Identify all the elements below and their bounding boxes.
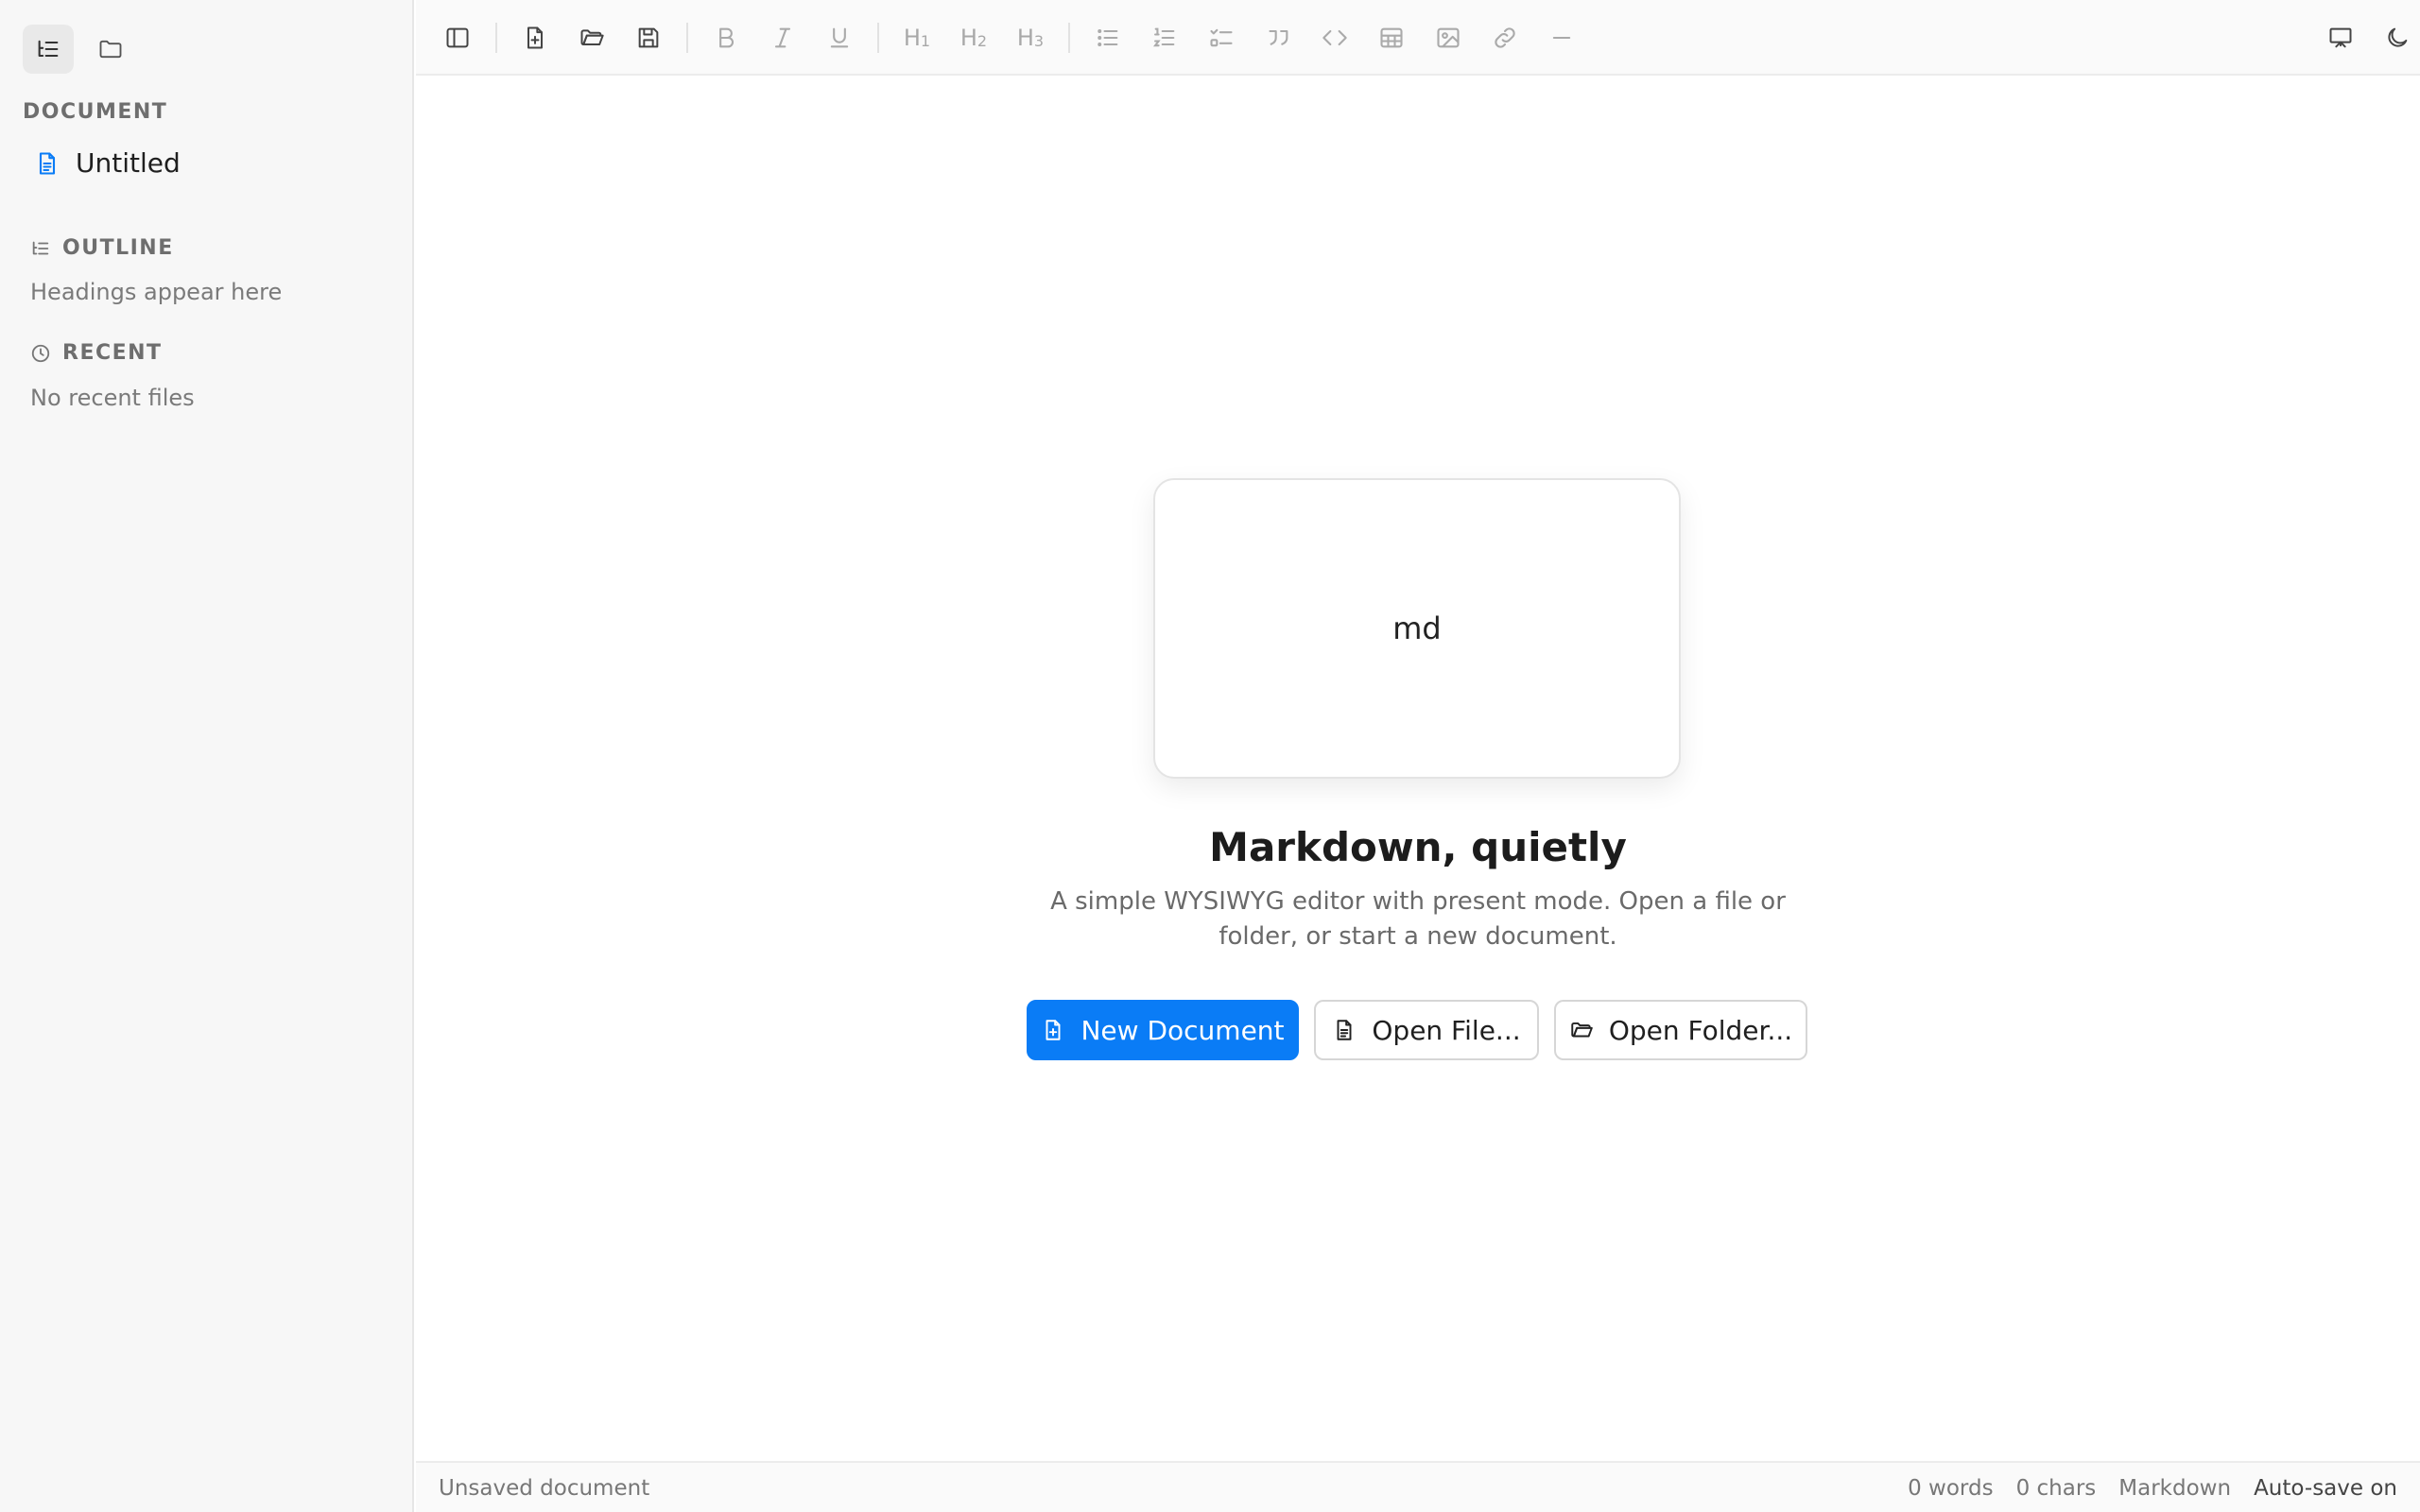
document-item-label: Untitled: [76, 147, 181, 179]
toolbar: H1 H2 H3: [416, 0, 2420, 76]
autosave-status[interactable]: Auto-save on: [2254, 1476, 2397, 1501]
numbered-list-button[interactable]: [1146, 19, 1184, 57]
open-folder-toolbar-button[interactable]: [573, 19, 611, 57]
horizontal-rule-icon: [1552, 36, 1571, 40]
editor-area: md Markdown, quietly A simple WYSIWYG ed…: [416, 76, 2420, 1461]
recent-heading: RECENT: [30, 341, 163, 365]
table-icon: [1380, 27, 1403, 48]
toolbar-divider: [686, 23, 688, 53]
outline-heading-label: OUTLINE: [62, 236, 174, 260]
open-file-button[interactable]: Open File...: [1314, 1000, 1539, 1060]
task-list-icon: [1210, 28, 1233, 47]
theme-toggle-button[interactable]: [2378, 19, 2416, 57]
new-document-label: New Document: [1080, 1014, 1285, 1046]
link-icon: [1495, 27, 1515, 48]
heading-3-button[interactable]: H3: [1010, 19, 1051, 57]
present-mode-button[interactable]: [2322, 19, 2360, 57]
open-folder-label: Open Folder...: [1608, 1014, 1793, 1046]
sidebar-tabs: [23, 25, 136, 74]
folder-open-icon: [580, 29, 604, 45]
save-icon: [638, 27, 659, 48]
recent-empty-text: No recent files: [30, 385, 195, 411]
toggle-sidebar-button[interactable]: [439, 19, 476, 57]
folder-open-icon: [1571, 1022, 1593, 1038]
heading-1-sub: 1: [920, 31, 931, 50]
table-button[interactable]: [1373, 19, 1410, 57]
welcome-title: Markdown, quietly: [1209, 824, 1627, 870]
code-button[interactable]: [1316, 19, 1354, 57]
heading-1-button[interactable]: H1: [896, 19, 938, 57]
document-icon: [1337, 1020, 1352, 1040]
bold-icon: [719, 27, 734, 48]
heading-3-sub: 3: [1033, 31, 1045, 50]
outline-list-icon: [32, 241, 49, 254]
word-count: 0 words: [1908, 1476, 1994, 1501]
document-heading-label: DOCUMENT: [23, 100, 168, 124]
recent-heading-label: RECENT: [62, 341, 163, 365]
app-logo-text: md: [1392, 610, 1442, 646]
quote-icon: [1269, 29, 1288, 45]
toolbar-divider: [1068, 23, 1070, 53]
bullet-list-button[interactable]: [1089, 19, 1127, 57]
clock-icon: [31, 344, 50, 362]
sidebar: DOCUMENT Untitled OUTLINE Headings appea…: [0, 0, 414, 1512]
heading-2-button[interactable]: H2: [953, 19, 994, 57]
heading-3-label: H: [1016, 25, 1034, 51]
document-item-untitled[interactable]: Untitled: [34, 147, 181, 179]
files-tab[interactable]: [85, 25, 136, 74]
welcome-subtitle: A simple WYSIWYG editor with present mod…: [1050, 887, 1786, 951]
heading-1-label: H: [903, 25, 921, 51]
outline-list-icon: [38, 40, 59, 58]
char-count: 0 chars: [2015, 1476, 2097, 1501]
sidebar-toggle-icon: [446, 27, 469, 48]
folder-icon: [99, 40, 122, 59]
code-icon: [1322, 29, 1347, 46]
image-icon: [1437, 27, 1460, 48]
task-list-button[interactable]: [1202, 19, 1240, 57]
image-button[interactable]: [1429, 19, 1467, 57]
save-button[interactable]: [630, 19, 667, 57]
link-button[interactable]: [1486, 19, 1524, 57]
toolbar-divider: [495, 23, 497, 53]
bold-button[interactable]: [707, 19, 745, 57]
app-logo-card: md: [1153, 478, 1681, 779]
bullet-list-icon: [1098, 29, 1118, 46]
app-window: DOCUMENT Untitled OUTLINE Headings appea…: [0, 0, 2420, 1512]
editor-mode[interactable]: Markdown: [2118, 1476, 2231, 1501]
status-bar: Unsaved document 0 words 0 chars Markdow…: [416, 1461, 2420, 1512]
heading-2-label: H: [959, 25, 977, 51]
horizontal-rule-button[interactable]: [1543, 19, 1581, 57]
toolbar-divider: [877, 23, 879, 53]
italic-button[interactable]: [764, 19, 802, 57]
new-document-button[interactable]: New Document: [1027, 1000, 1299, 1060]
new-file-button[interactable]: [516, 19, 554, 57]
numbered-list-icon: [1152, 27, 1175, 47]
open-file-label: Open File...: [1372, 1014, 1521, 1046]
new-file-icon: [1046, 1020, 1061, 1040]
document-icon: [39, 151, 56, 175]
italic-icon: [774, 27, 791, 48]
underline-button[interactable]: [821, 19, 858, 57]
outline-tab[interactable]: [23, 25, 74, 74]
outline-empty-text: Headings appear here: [30, 279, 283, 305]
presentation-icon: [2329, 27, 2352, 48]
status-metrics: 0 words 0 chars Markdown Auto-save on: [1908, 1476, 2397, 1501]
underline-icon: [830, 27, 849, 48]
new-file-icon: [527, 26, 543, 49]
heading-2-sub: 2: [977, 31, 988, 50]
outline-heading: OUTLINE: [30, 236, 174, 260]
document-heading: DOCUMENT: [23, 100, 167, 124]
moon-icon: [2388, 27, 2408, 47]
open-folder-button[interactable]: Open Folder...: [1554, 1000, 1807, 1060]
document-status: Unsaved document: [439, 1476, 650, 1501]
quote-button[interactable]: [1259, 19, 1297, 57]
